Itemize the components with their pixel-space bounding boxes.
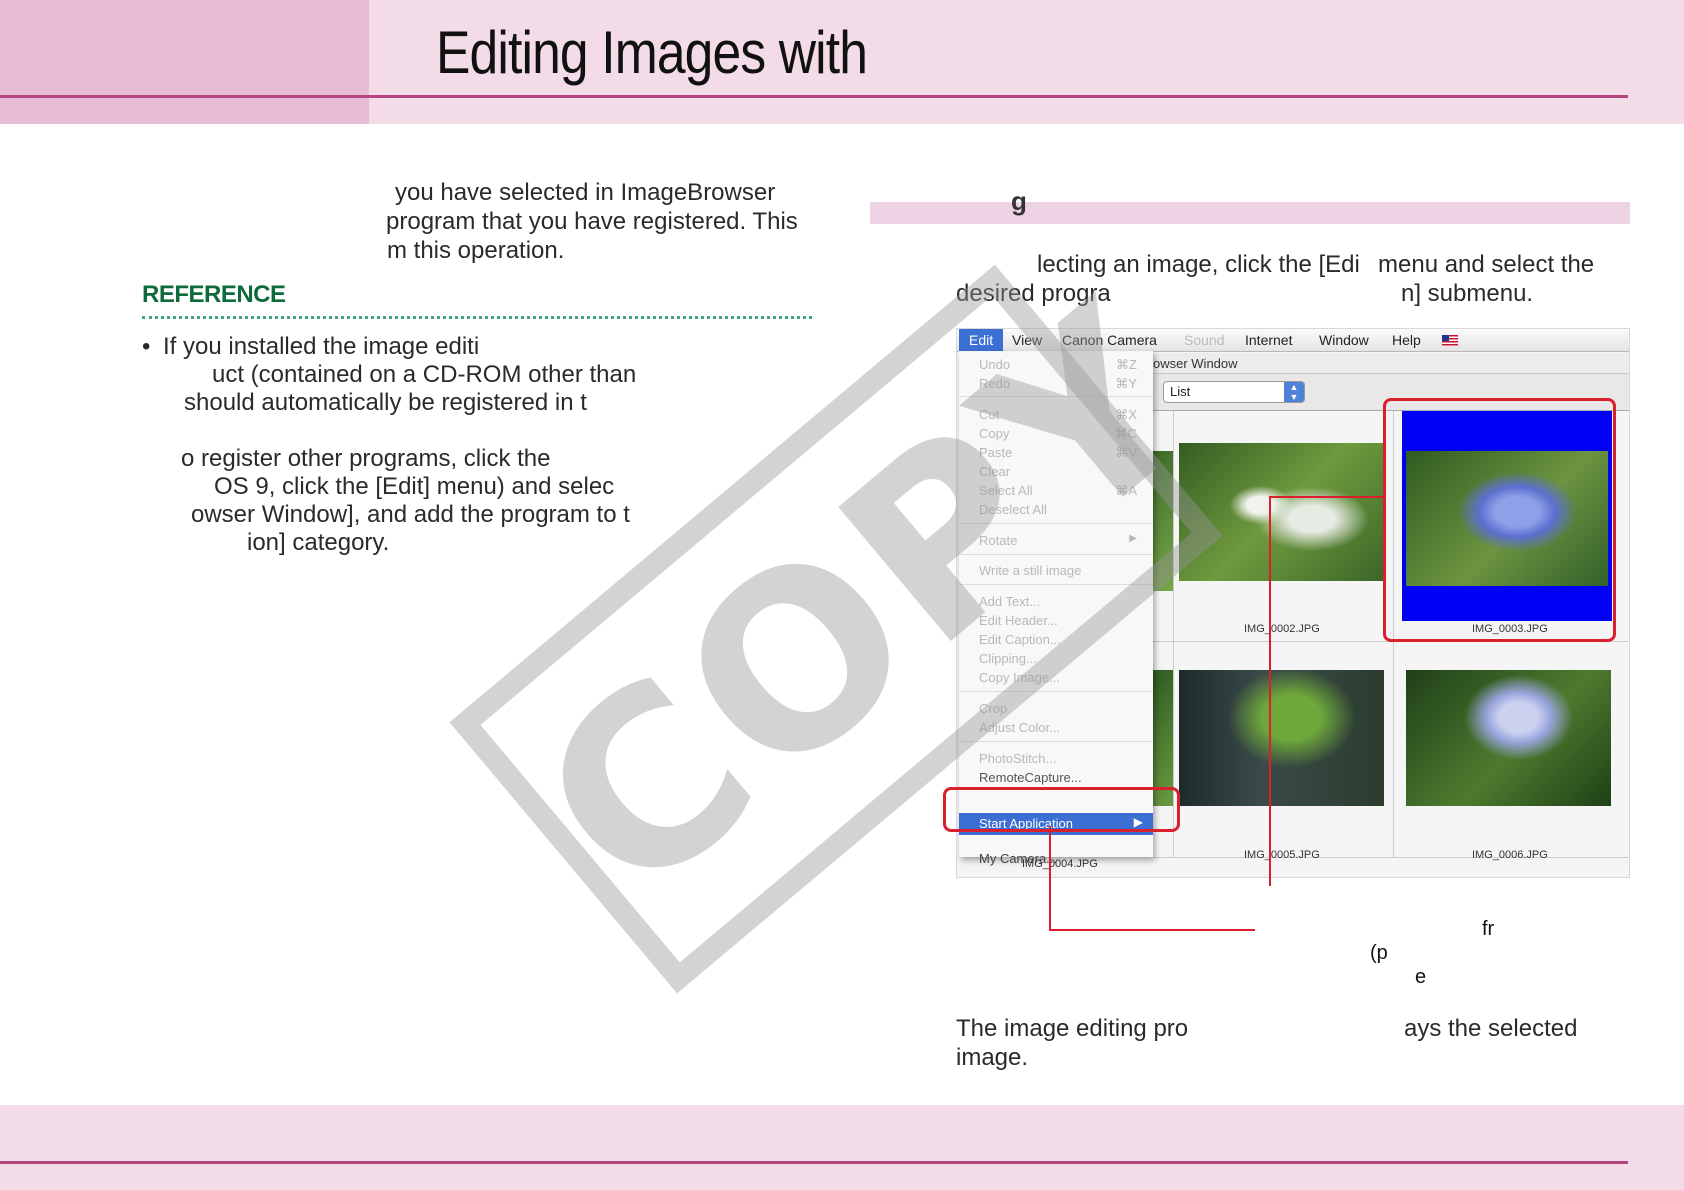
menu-item-remotecapture[interactable]: RemoteCapture... bbox=[979, 770, 1082, 785]
callout-line bbox=[1049, 826, 1051, 931]
thumbnail-caption: IMG_0002.JPG bbox=[1244, 623, 1320, 635]
step-line-1b: menu and select the bbox=[1378, 251, 1595, 278]
callout-line-3: e bbox=[1415, 966, 1427, 988]
intro-line-3: m this operation. bbox=[387, 237, 565, 264]
thumbnail-caption: IMG_0006.JPG bbox=[1472, 849, 1548, 861]
footer-rule bbox=[0, 1161, 1628, 1164]
menu-help[interactable]: Help bbox=[1392, 332, 1421, 348]
browser-window-title: owser Window bbox=[1153, 353, 1629, 374]
reference-line-5: OS 9, click the [Edit] menu) and selec bbox=[214, 473, 615, 500]
step-line-2b: n] submenu. bbox=[1401, 280, 1534, 307]
callout-line-2: (p bbox=[1370, 942, 1388, 964]
reference-line-1: If you installed the image editi bbox=[163, 333, 480, 360]
footer-band bbox=[0, 1105, 1684, 1190]
callout-line-1: fr bbox=[1482, 918, 1495, 940]
select-arrows-icon: ▲ ▼ bbox=[1284, 382, 1304, 402]
thumbnail-image bbox=[1406, 670, 1611, 806]
reference-line-4: o register other programs, click the bbox=[181, 445, 551, 472]
thumbnail-caption: IMG_0005.JPG bbox=[1244, 849, 1320, 861]
header-rule bbox=[0, 95, 1628, 98]
page-title: Editing Images with bbox=[436, 19, 868, 86]
callout-line bbox=[1049, 929, 1255, 931]
thumbnail-image bbox=[1153, 670, 1173, 806]
reference-heading: REFERENCE bbox=[142, 281, 286, 308]
menu-item-photostitch[interactable]: PhotoStitch... bbox=[979, 751, 1056, 766]
menu-item-my-camera[interactable]: My Camera... bbox=[979, 851, 1057, 866]
menu-separator bbox=[959, 741, 1153, 742]
callout-line bbox=[1269, 496, 1385, 498]
section-heading: g bbox=[1011, 186, 1027, 216]
reference-line-3: should automatically be registered in t bbox=[184, 389, 587, 416]
result-line-1b: ays the selected bbox=[1404, 1015, 1578, 1042]
section-bar bbox=[870, 202, 1630, 224]
reference-line-2: uct (contained on a CD-ROM other than bbox=[212, 361, 637, 388]
thumbnail-image bbox=[1179, 670, 1384, 806]
intro-line-2: program that you have registered. This bbox=[386, 208, 798, 235]
reference-line-7: ion] category. bbox=[247, 529, 390, 556]
menu-window[interactable]: Window bbox=[1319, 332, 1369, 348]
result-line-1a: The image editing pro bbox=[956, 1015, 1189, 1042]
menu-sound[interactable]: Sound bbox=[1184, 332, 1224, 348]
callout-line bbox=[1269, 496, 1271, 886]
reference-divider bbox=[142, 316, 812, 319]
reference-line-6: owser Window], and add the program to t bbox=[191, 501, 630, 528]
thumb-cell-5[interactable]: IMG_0005.JPG bbox=[1174, 642, 1394, 861]
reference-bullet: • bbox=[142, 333, 151, 360]
result-line-2: image. bbox=[956, 1044, 1029, 1071]
thumb-cell-6[interactable]: IMG_0006.JPG bbox=[1394, 642, 1629, 861]
start-application-highlight bbox=[943, 787, 1180, 832]
flag-icon bbox=[1442, 335, 1458, 346]
menu-internet[interactable]: Internet bbox=[1245, 332, 1292, 348]
selected-image-highlight bbox=[1383, 398, 1616, 642]
header-tab bbox=[0, 0, 369, 124]
intro-line-1: you have selected in ImageBrowser bbox=[395, 179, 776, 206]
